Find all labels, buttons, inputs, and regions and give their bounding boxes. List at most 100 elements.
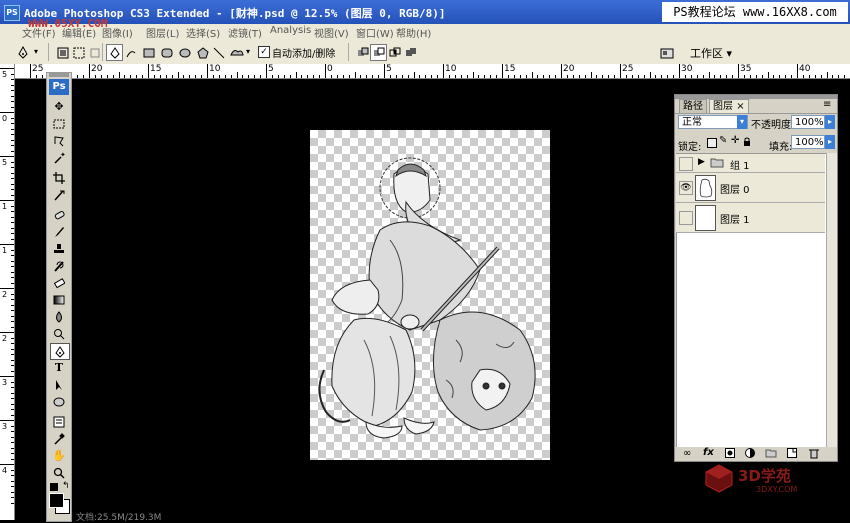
menu-layer[interactable]: 图层(L) [146,25,179,40]
custom-shape-icon[interactable] [228,44,245,61]
pen-mode-icon[interactable] [106,44,123,61]
menu-filter[interactable]: 滤镜(T) [228,25,262,40]
move-tool-icon[interactable]: ✥ [50,99,68,114]
layers-scrollbar[interactable] [826,153,837,447]
ruler-tick [11,442,14,443]
lasso-icon[interactable] [50,133,68,148]
layer-mask-icon[interactable] [725,448,735,461]
opacity-slider-icon[interactable]: ▸ [825,115,835,129]
lock-transparency-icon[interactable] [707,138,717,148]
tab-layers[interactable]: 图层 × [709,99,749,114]
healing-brush-icon[interactable] [50,207,68,222]
history-brush-icon[interactable] [50,258,68,273]
palette-well-icon[interactable] [658,44,675,61]
rect-marquee-icon[interactable] [50,116,68,131]
opacity-field[interactable]: 100% [791,115,825,129]
trash-icon[interactable] [809,448,819,462]
menu-view[interactable]: 视图(V) [314,25,349,40]
path-combine-add-icon[interactable] [354,44,371,61]
workspace-menu[interactable]: 工作区 ▾ [690,45,732,61]
auto-add-delete-checkbox[interactable]: ✓ [258,46,270,58]
layer-name: 图层 1 [720,215,750,226]
magic-wand-icon[interactable]: ✦ [50,150,68,165]
path-combine-intersect-icon[interactable] [386,44,403,61]
fill-pixels-icon[interactable] [86,44,103,61]
foreground-color-swatch[interactable] [49,493,64,508]
tab-paths[interactable]: 路径 [679,99,707,114]
ellipse-shape-icon[interactable] [176,44,193,61]
type-tool-icon[interactable]: T [50,360,68,375]
pen-preset-icon[interactable] [14,44,31,61]
path-select-icon[interactable] [50,377,68,392]
swap-colors-icon[interactable]: ↰ [62,481,70,491]
paths-mode-icon[interactable] [70,44,87,61]
dodge-icon[interactable] [50,326,68,341]
ruler-tick [738,64,739,78]
menu-help[interactable]: 帮助(H) [396,25,431,40]
ruler-tick [11,266,14,267]
layer-row-layer-0[interactable]: 👁 图层 0 [676,173,825,203]
hand-icon[interactable]: ✋ [50,448,68,463]
rounded-rect-icon[interactable] [158,44,175,61]
expand-arrow-icon[interactable]: ▶ [698,157,705,167]
path-combine-subtract-icon[interactable] [370,44,387,61]
document-canvas[interactable] [310,130,550,460]
fill-slider-icon[interactable]: ▸ [825,135,835,149]
ruler-tick [11,84,14,86]
toolbox: Ps ✥ ✦ T ✋ ↰ [46,72,72,522]
layer-row-group[interactable]: ▶ 组 1 [676,154,825,173]
polygon-shape-icon[interactable] [194,44,211,61]
line-shape-icon[interactable] [210,44,227,61]
panel-menu-icon[interactable]: ≡ [823,99,831,110]
ruler-tick [602,75,604,78]
chevron-down-icon[interactable]: ▾ [34,47,38,56]
lock-pixels-icon[interactable]: ✎ [719,135,727,146]
path-combine-exclude-icon[interactable] [402,44,419,61]
blur-icon[interactable] [50,309,68,324]
new-layer-icon[interactable] [787,448,797,461]
menu-select[interactable]: 选择(S) [186,25,220,40]
freeform-pen-icon[interactable] [122,44,139,61]
ruler-tick [11,117,14,119]
clone-stamp-icon[interactable] [50,241,68,256]
shape-layers-icon[interactable] [54,44,71,61]
link-layers-icon[interactable]: ∞ [683,448,691,459]
ruler-tick [826,72,828,78]
fx-icon[interactable]: fx [703,447,714,458]
rectangle-shape-icon[interactable] [140,44,157,61]
new-group-icon[interactable] [765,448,777,461]
default-colors-icon[interactable] [50,483,58,491]
chevron-down-icon[interactable]: ▾ [737,115,747,129]
slice-icon[interactable] [50,187,68,202]
chevron-down-icon[interactable]: ▾ [246,47,250,56]
eyedropper-icon[interactable] [50,431,68,446]
notes-icon[interactable] [50,414,68,429]
crop-icon[interactable] [50,170,68,185]
fill-field[interactable]: 100% [791,135,825,149]
lock-position-icon[interactable]: ✛ [731,135,739,146]
menu-window[interactable]: 窗口(W) [356,25,394,40]
ruler-tick [11,486,14,487]
shape-tool-icon[interactable] [50,394,68,409]
brush-icon[interactable] [50,224,68,239]
visibility-toggle[interactable] [679,211,693,225]
close-icon[interactable]: × [736,101,744,112]
lock-icon[interactable] [743,137,751,150]
zoom-icon[interactable] [50,465,68,480]
ruler-tick [838,75,840,78]
pen-tool-icon[interactable] [50,343,70,360]
ruler-tick [814,75,816,78]
eye-icon[interactable]: 👁 [679,181,693,195]
gradient-icon[interactable] [50,292,68,307]
ruler-tick [301,75,303,78]
ruler-tick [100,75,102,78]
toolbox-grip[interactable] [49,73,69,77]
eraser-icon[interactable] [50,275,68,290]
ruler-tick [11,183,14,185]
ruler-tick [472,72,474,78]
layer-row-layer-1[interactable]: 图层 1 [676,203,825,233]
menu-analysis[interactable]: Analysis [270,25,311,36]
visibility-toggle[interactable] [679,157,693,171]
adjustment-layer-icon[interactable] [745,448,755,461]
ruler-tick [195,75,197,78]
